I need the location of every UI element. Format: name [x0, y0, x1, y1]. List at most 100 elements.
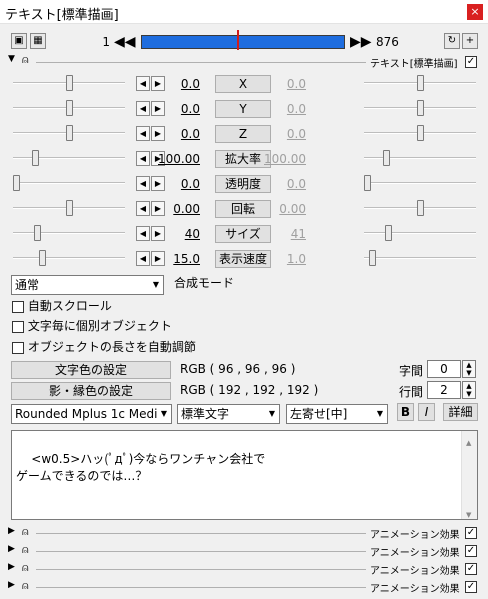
loop-icon[interactable]: ↻ — [444, 33, 460, 49]
animation-enable-checkbox[interactable]: ✓ — [465, 545, 477, 557]
jump-end-icon[interactable]: ▶▶ — [350, 35, 372, 49]
auto-length-checkbox[interactable] — [12, 341, 24, 354]
line-spacing-input[interactable]: 2 — [427, 381, 461, 399]
font-select[interactable]: Rounded Mplus 1c Mediu ▼ — [11, 404, 172, 424]
text-scrollbar[interactable]: ▲ ▼ — [461, 431, 477, 519]
text-content-value: <w0.5>ハッ(ﾟдﾟ)今ならワンチャン会社で ゲームできるのでは…？ — [16, 452, 266, 483]
auto-scroll-option[interactable]: 自動スクロール — [12, 299, 112, 315]
param-start-value[interactable]: 0.0 — [140, 127, 200, 141]
animation-enable-checkbox[interactable]: ✓ — [465, 581, 477, 593]
param-row: ◀ ▶ 40 サイズ 41 — [0, 224, 488, 244]
animation-enable-checkbox[interactable]: ✓ — [465, 527, 477, 539]
grid-icon[interactable]: ▦ — [30, 33, 46, 49]
param-end-value[interactable]: 100.00 — [246, 152, 306, 166]
param-end-slider[interactable] — [364, 175, 371, 191]
alignment-select[interactable]: 左寄せ[中] ▼ — [286, 404, 388, 424]
close-button[interactable]: × — [467, 4, 483, 20]
param-end-slider[interactable] — [417, 200, 424, 216]
auto-length-option[interactable]: オブジェクトの長さを自動調節 — [12, 340, 196, 356]
animation-effect-row: ▶ ⍝ アニメーション効果 ✓ — [0, 561, 488, 577]
expand-icon[interactable]: ▶ — [8, 544, 15, 554]
current-frame-marker[interactable] — [237, 30, 239, 50]
param-end-slider[interactable] — [385, 225, 392, 241]
param-start-slider[interactable] — [66, 75, 73, 91]
param-end-track — [364, 232, 476, 234]
blend-mode-label: 合成モード — [174, 276, 235, 290]
param-start-value[interactable]: 0.0 — [140, 177, 200, 191]
text-color-button[interactable]: 文字色の設定 — [11, 361, 171, 379]
per-char-checkbox[interactable] — [12, 320, 24, 333]
param-end-value[interactable]: 41 — [246, 227, 306, 241]
per-char-option[interactable]: 文字毎に個別オブジェクト — [12, 319, 172, 335]
mouse-icon: ⍝ — [22, 525, 29, 538]
collapse-icon[interactable]: ▼ — [8, 54, 15, 64]
param-row: ◀ ▶ 100.00 拡大率 100.00 — [0, 149, 488, 169]
param-start-value[interactable]: 100.00 — [140, 152, 200, 166]
param-start-slider[interactable] — [13, 175, 20, 191]
param-end-value[interactable]: 1.0 — [246, 252, 306, 266]
param-end-value[interactable]: 0.0 — [246, 177, 306, 191]
param-start-slider[interactable] — [32, 150, 39, 166]
frame-seek-bar[interactable] — [141, 35, 345, 49]
text-section-header: ▼ ⍝ テキスト[標準描画] ✓ — [0, 53, 488, 70]
mouse-icon: ⍝ — [22, 561, 29, 574]
param-end-value[interactable]: 0.0 — [246, 77, 306, 91]
text-style-select[interactable]: 標準文字 ▼ — [177, 404, 280, 424]
camera-control-icon[interactable]: ▣ — [11, 33, 27, 49]
section-enable-checkbox[interactable]: ✓ — [465, 56, 477, 68]
param-row: ◀ ▶ 0.0 X 0.0 — [0, 74, 488, 94]
animation-effect-label: アニメーション効果 — [370, 566, 460, 577]
param-start-slider[interactable] — [39, 250, 46, 266]
param-start-value[interactable]: 0.0 — [140, 102, 200, 116]
param-end-track — [364, 157, 476, 159]
bold-button[interactable]: B — [397, 403, 414, 421]
param-start-track — [13, 232, 125, 234]
animation-effect-label: アニメーション効果 — [370, 584, 460, 595]
param-end-slider[interactable] — [417, 125, 424, 141]
scroll-up-icon[interactable]: ▲ — [466, 435, 471, 452]
shadow-color-button[interactable]: 影・縁色の設定 — [11, 382, 171, 400]
param-start-value[interactable]: 40 — [140, 227, 200, 241]
char-spacing-stepper[interactable]: ▲ ▼ — [462, 360, 476, 378]
scroll-down-icon[interactable]: ▼ — [466, 507, 471, 524]
detail-button[interactable]: 詳細 — [443, 403, 478, 421]
animation-effect-row: ▶ ⍝ アニメーション効果 ✓ — [0, 525, 488, 541]
param-end-slider[interactable] — [383, 150, 390, 166]
param-end-slider[interactable] — [417, 100, 424, 116]
param-start-slider[interactable] — [66, 200, 73, 216]
param-end-slider[interactable] — [369, 250, 376, 266]
param-start-value[interactable]: 0.0 — [140, 77, 200, 91]
param-end-value[interactable]: 0.0 — [246, 102, 306, 116]
param-start-slider[interactable] — [66, 100, 73, 116]
text-color-rgb: RGB ( 96 , 96 , 96 ) — [180, 362, 296, 376]
param-end-slider[interactable] — [417, 75, 424, 91]
param-start-slider[interactable] — [34, 225, 41, 241]
animation-enable-checkbox[interactable]: ✓ — [465, 563, 477, 575]
auto-scroll-checkbox[interactable] — [12, 300, 24, 313]
expand-icon[interactable]: ▶ — [8, 562, 15, 572]
param-end-value[interactable]: 0.0 — [246, 127, 306, 141]
auto-scroll-label: 自動スクロール — [27, 299, 112, 313]
param-start-track — [13, 182, 125, 184]
char-spacing-input[interactable]: 0 — [427, 360, 461, 378]
param-row: ◀ ▶ 0.00 回転 0.00 — [0, 199, 488, 219]
add-filter-button[interactable]: + — [462, 33, 478, 49]
expand-icon[interactable]: ▶ — [8, 580, 15, 590]
param-start-value[interactable]: 15.0 — [140, 252, 200, 266]
param-end-value[interactable]: 0.00 — [246, 202, 306, 216]
animation-effect-row: ▶ ⍝ アニメーション効果 ✓ — [0, 543, 488, 559]
jump-start-icon[interactable]: ◀◀ — [114, 35, 136, 49]
param-row: ◀ ▶ 0.0 Z 0.0 — [0, 124, 488, 144]
param-row: ◀ ▶ 0.0 透明度 0.0 — [0, 174, 488, 194]
line-spacing-stepper[interactable]: ▲ ▼ — [462, 381, 476, 399]
window-title: テキスト[標準描画] — [5, 8, 119, 23]
text-content-input[interactable]: <w0.5>ハッ(ﾟдﾟ)今ならワンチャン会社で ゲームできるのでは…？ ▲ ▼ — [11, 430, 478, 520]
param-start-slider[interactable] — [66, 125, 73, 141]
italic-button[interactable]: I — [418, 403, 435, 421]
expand-icon[interactable]: ▶ — [8, 526, 15, 536]
animation-effect-row: ▶ ⍝ アニメーション効果 ✓ — [0, 579, 488, 595]
chevron-down-icon: ▼ — [373, 405, 387, 423]
title-bar: テキスト[標準描画] × — [0, 0, 488, 24]
blend-mode-select[interactable]: 通常 ▼ — [11, 275, 164, 295]
param-start-value[interactable]: 0.00 — [140, 202, 200, 216]
